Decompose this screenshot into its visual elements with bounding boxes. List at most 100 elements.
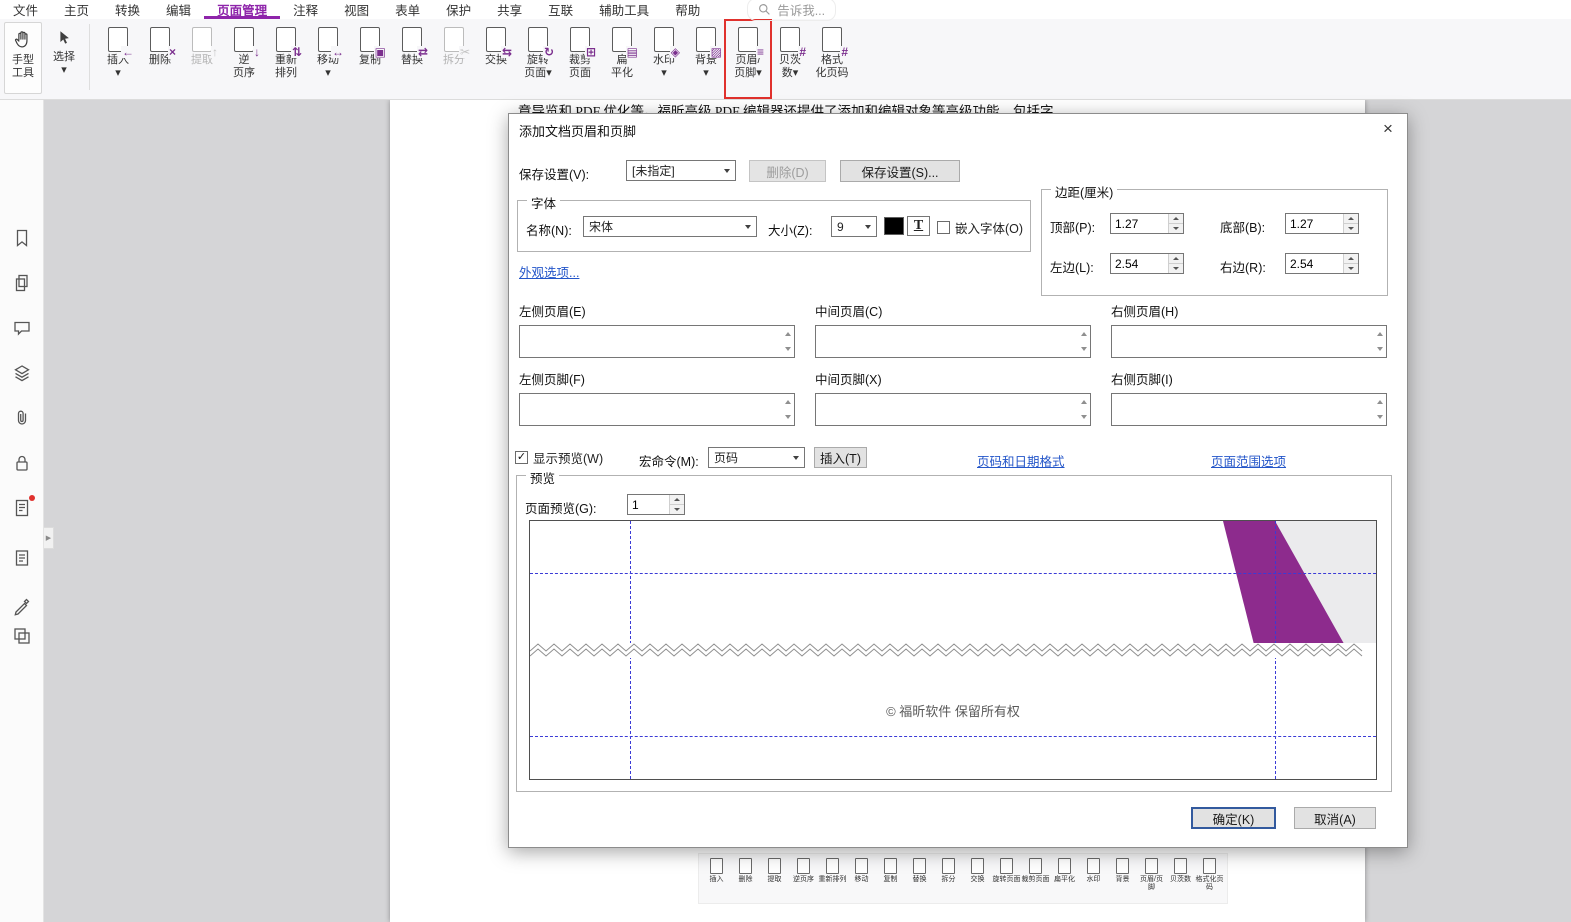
comments-icon[interactable]: [12, 318, 32, 338]
insert-macro-button[interactable]: 插入(T): [814, 447, 867, 468]
tab-share[interactable]: 共享: [484, 0, 535, 19]
scroll-up-icon[interactable]: [784, 329, 791, 336]
spin-down-icon[interactable]: [1344, 264, 1358, 273]
spin-up-icon[interactable]: [1344, 214, 1358, 224]
page-range-options-link[interactable]: 页面范围选项: [1211, 451, 1286, 470]
section-textbox[interactable]: [519, 393, 795, 426]
delete-setting-button[interactable]: 删除(D): [749, 160, 826, 182]
scroll-down-icon[interactable]: [1376, 415, 1383, 422]
number-date-format-link[interactable]: 页码和日期格式: [977, 451, 1065, 470]
bottom-margin-spinner[interactable]: [1285, 213, 1359, 234]
hand-tool-button[interactable]: 手型 工具: [4, 22, 42, 94]
top-margin-input[interactable]: [1111, 214, 1168, 233]
tab-view[interactable]: 视图: [331, 0, 382, 19]
attachments-icon[interactable]: [12, 408, 32, 428]
section-textbox[interactable]: [1111, 393, 1387, 426]
spin-down-icon[interactable]: [1344, 224, 1358, 233]
tab-file[interactable]: 文件: [0, 0, 51, 19]
tab-help[interactable]: 帮助: [662, 0, 713, 19]
section-textbox[interactable]: [815, 393, 1091, 426]
layers-icon[interactable]: [12, 363, 32, 383]
font-name-select[interactable]: 宋体: [583, 216, 757, 237]
bottom-margin-input[interactable]: [1286, 214, 1343, 233]
section-textbox[interactable]: [815, 325, 1091, 358]
tab-home[interactable]: 主页: [51, 0, 102, 19]
header-footer-button[interactable]: ≡ 页眉/ 页脚▾: [724, 19, 772, 99]
security-icon[interactable]: [12, 453, 32, 473]
reverse-order-button[interactable]: ↓ 逆 页序: [223, 22, 265, 96]
save-setting-button[interactable]: 保存设置(S)...: [840, 160, 960, 182]
section-textbox[interactable]: [1111, 325, 1387, 358]
macro-select[interactable]: 页码: [708, 447, 805, 468]
rotate-pages-button[interactable]: ↻ 旋转 页面▾: [517, 22, 559, 96]
select-tool-button[interactable]: 选择 ▾: [46, 22, 82, 96]
crop-pages-button[interactable]: ⊞ 裁剪 页面: [559, 22, 601, 96]
spin-up-icon[interactable]: [1169, 254, 1183, 264]
duplicate-pages-button[interactable]: ▣ 复制: [349, 22, 391, 96]
show-preview-checkbox[interactable]: ✓ 显示预览(W): [515, 448, 603, 467]
tab-form[interactable]: 表单: [382, 0, 433, 19]
panel-expand-handle[interactable]: ▶: [44, 527, 54, 549]
section-textbox[interactable]: [519, 325, 795, 358]
scroll-up-icon[interactable]: [784, 397, 791, 404]
font-color-swatch[interactable]: [884, 217, 904, 235]
spin-up-icon[interactable]: [670, 495, 684, 505]
section-textarea[interactable]: [520, 394, 781, 425]
sign-icon[interactable]: [12, 596, 32, 616]
tab-comment[interactable]: 注释: [280, 0, 331, 19]
scroll-down-icon[interactable]: [784, 347, 791, 354]
close-icon[interactable]: ×: [1377, 118, 1399, 140]
flatten-button[interactable]: ▤ 扁 平化: [601, 22, 643, 96]
rearrange-pages-button[interactable]: ⇅ 重新 排列: [265, 22, 307, 96]
right-margin-spinner[interactable]: [1285, 253, 1359, 274]
content-panel-icon[interactable]: [12, 626, 32, 646]
scroll-down-icon[interactable]: [1080, 415, 1087, 422]
split-button[interactable]: ✂ 拆分: [433, 22, 475, 96]
tab-accessibility[interactable]: 辅助工具: [586, 0, 662, 19]
background-button[interactable]: ▨ 背景 ▾: [685, 22, 727, 96]
scroll-up-icon[interactable]: [1080, 397, 1087, 404]
swap-pages-button[interactable]: ⇆ 交换: [475, 22, 517, 96]
delete-pages-button[interactable]: × 删除: [139, 22, 181, 96]
bookmarks-icon[interactable]: [12, 228, 32, 248]
spin-up-icon[interactable]: [1344, 254, 1358, 264]
search-pill[interactable]: 告诉我...: [747, 0, 837, 21]
tab-protect[interactable]: 保护: [433, 0, 484, 19]
tab-connect[interactable]: 互联: [535, 0, 586, 19]
cancel-button[interactable]: 取消(A): [1294, 807, 1376, 829]
spin-down-icon[interactable]: [1169, 264, 1183, 273]
top-margin-spinner[interactable]: [1110, 213, 1184, 234]
page-preview-spinner[interactable]: [627, 494, 685, 515]
section-textarea[interactable]: [1112, 394, 1373, 425]
spin-down-icon[interactable]: [670, 505, 684, 514]
digital-signatures-icon[interactable]: [12, 495, 35, 518]
extract-pages-button[interactable]: ↑ 提取: [181, 22, 223, 96]
ok-button[interactable]: 确定(K): [1191, 807, 1276, 829]
move-pages-button[interactable]: ↔ 移动 ▾: [307, 22, 349, 96]
left-margin-spinner[interactable]: [1110, 253, 1184, 274]
section-textarea[interactable]: [816, 394, 1077, 425]
save-settings-select[interactable]: [未指定]: [626, 160, 736, 181]
scroll-up-icon[interactable]: [1080, 329, 1087, 336]
left-margin-input[interactable]: [1111, 254, 1168, 273]
bates-numbering-button[interactable]: # 贝茨 数▾: [769, 22, 811, 96]
scroll-down-icon[interactable]: [1080, 347, 1087, 354]
font-size-select[interactable]: 9: [831, 216, 877, 237]
scroll-up-icon[interactable]: [1376, 329, 1383, 336]
embed-font-checkbox[interactable]: 嵌入字体(O): [937, 218, 1023, 237]
spin-down-icon[interactable]: [1169, 224, 1183, 233]
tab-edit[interactable]: 编辑: [153, 0, 204, 19]
tell-me-search[interactable]: 告诉我...: [737, 0, 846, 21]
format-page-numbers-button[interactable]: # 格式 化页码: [811, 22, 853, 96]
insert-pages-button[interactable]: ← 插入 ▾: [97, 22, 139, 96]
watermark-button[interactable]: ◈ 水印 ▾: [643, 22, 685, 96]
spin-up-icon[interactable]: [1169, 214, 1183, 224]
section-textarea[interactable]: [520, 326, 781, 357]
tab-organize[interactable]: 页面管理: [204, 0, 280, 19]
scroll-down-icon[interactable]: [1376, 347, 1383, 354]
page-thumbnails-icon[interactable]: [12, 273, 32, 293]
page-preview-input[interactable]: [628, 495, 669, 514]
replace-pages-button[interactable]: ⇄ 替换: [391, 22, 433, 96]
scroll-down-icon[interactable]: [784, 415, 791, 422]
section-textarea[interactable]: [816, 326, 1077, 357]
